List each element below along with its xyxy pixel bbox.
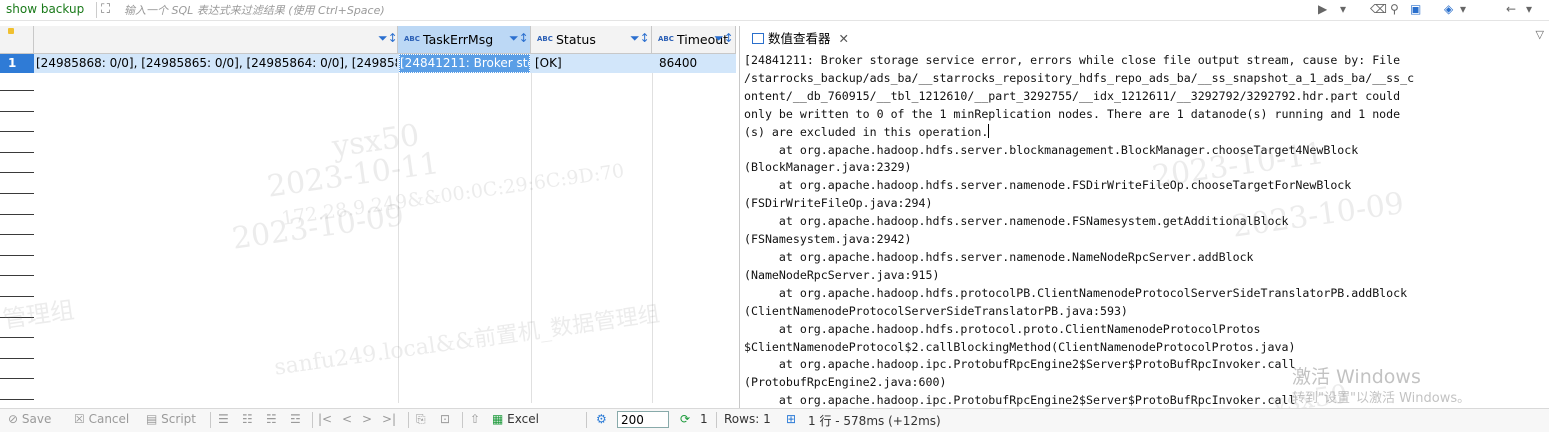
result-grid: ⏷↕ ABC TaskErrMsg ⏷↕ ABC Status ⏷↕ ABC T… [0,26,736,408]
delete-row-icon[interactable]: ☲ [290,412,301,426]
panels-icon[interactable]: ◈ [1444,2,1453,16]
stats-icon: ⊞ [786,412,797,426]
grid-header: ⏷↕ ABC TaskErrMsg ⏷↕ ABC Status ⏷↕ ABC T… [0,26,736,54]
add-row-icon[interactable]: ☷ [242,412,253,426]
column-header-taskerrmsg[interactable]: ABC TaskErrMsg ⏷↕ [398,26,531,53]
bottom-toolbar: ⊘ Save ☒ Cancel ▤ Script ☰ ☷ ☵ ☲ |< < > … [0,408,1549,432]
prev-page-icon[interactable]: < [342,412,352,426]
empty-row-marker [0,238,34,256]
filter-sort-icon[interactable]: ⏷↕ [378,31,398,46]
fetch-size-input[interactable] [617,411,669,428]
cancel-label: Cancel [88,412,130,426]
last-page-icon[interactable]: >| [382,412,396,426]
export-icon[interactable]: ⇧ [470,412,480,426]
grid-cell[interactable]: [24985868: 0/0], [24985865: 0/0], [24985… [36,54,397,73]
filter-sort-icon[interactable]: ⏷↕ [714,31,734,46]
apply-filter-icon[interactable]: ▶ [1318,2,1327,16]
empty-row-marker [0,320,34,339]
filter-sort-icon[interactable]: ⏷↕ [509,31,529,46]
viewer-tab-bar: 数值查看器 ✕ ▽ [740,26,1549,50]
tab-label: 数值查看器 [768,31,831,46]
close-icon[interactable]: ✕ [839,31,849,46]
value-text: [24841211: Broker storage service error,… [744,53,1415,408]
text-type-icon: ABC [537,35,553,43]
grid-corner[interactable] [0,26,34,53]
empty-row-marker [0,279,34,297]
back-arrow-icon[interactable]: ← [1506,2,1516,16]
text-type-icon: ABC [658,35,674,43]
empty-row-marker [0,155,34,174]
fetch-all-icon[interactable]: ⊡ [440,412,450,426]
activate-windows-sub: 转到"设置"以激活 Windows。 [1292,391,1471,406]
excel-label: Excel [507,412,539,426]
cancel-button[interactable]: ☒ Cancel [74,412,129,426]
empty-row-marker [0,114,34,133]
column-divider [652,73,653,403]
settings-gear-icon[interactable]: ⚙ [596,412,607,426]
fetch-next-icon[interactable]: ⎘ [416,412,426,427]
empty-row-marker [0,382,34,400]
filter-sort-icon[interactable]: ⏷↕ [630,31,650,46]
value-text-area[interactable]: [24841211: Broker storage service error,… [744,52,1544,408]
text-caret [988,123,990,138]
save-button[interactable]: ⊘ Save [8,412,51,426]
excel-icon: ▦ [492,412,504,426]
empty-row-marker [0,73,34,91]
cancel-icon: ☒ [74,412,85,426]
column-title: TaskErrMsg [423,32,494,47]
empty-row-marker [0,341,34,359]
empty-row-marker [0,300,34,318]
script-label: Script [161,412,196,426]
rows-count: Rows: 1 [724,412,771,426]
refresh-count: 1 [700,412,708,426]
panel-icon [752,33,764,44]
column-divider [531,73,532,403]
export-excel-button[interactable]: ▦ Excel [492,412,539,426]
save-label: Save [21,412,52,426]
filter-settings-icon[interactable]: ⚲ [1390,2,1399,16]
script-button[interactable]: ▤ Script [146,412,196,426]
lock-icon [8,28,14,34]
column-header-timeout[interactable]: ABC Timeout ⏷↕ [652,26,736,53]
empty-row-marker [0,217,34,236]
table-row[interactable]: 1 [24985868: 0/0], [24985865: 0/0], [249… [0,54,736,73]
save-filter-icon[interactable]: ▣ [1410,2,1421,16]
empty-row-marker [0,176,34,194]
check-icon: ⊘ [8,412,19,426]
text-type-icon: ABC [404,35,420,43]
first-page-icon[interactable]: |< [318,412,332,426]
column-header-tasks[interactable]: ⏷↕ [34,26,398,53]
column-header-status[interactable]: ABC Status ⏷↕ [531,26,652,53]
copy-row-icon[interactable]: ☵ [266,412,277,426]
filter-history-icon[interactable]: ⛶ [96,2,123,18]
value-viewer-panel: 数值查看器 ✕ ▽ [24841211: Broker storage servi… [739,26,1549,408]
next-page-icon[interactable]: > [362,412,372,426]
edit-row-icon[interactable]: ☰ [218,412,229,426]
back-dropdown-icon[interactable]: ▾ [1526,2,1532,16]
filter-dropdown-icon[interactable]: ▾ [1340,2,1346,16]
panels-dropdown-icon[interactable]: ▾ [1460,2,1466,16]
grid-cell[interactable]: [OK] [535,54,649,73]
empty-row-marker [0,94,34,112]
filter-bar: show backup ⛶ ▶ ▾ ⌫ ⚲ ▣ ◈ ▾ ← ▾ [0,0,1549,21]
empty-row-marker [0,197,34,215]
execution-stats: 1 行 - 578ms (+12ms) [808,414,941,428]
grid-cell-selected[interactable]: [24841211: Broker storage service error [399,54,530,73]
refresh-icon[interactable]: ⟳ [680,412,690,426]
column-divider [398,73,399,403]
filter-input[interactable] [124,2,684,18]
grid-cell[interactable]: 86400 [659,54,735,73]
empty-row-marker [0,361,34,380]
column-title: Status [556,32,596,47]
clear-filter-icon[interactable]: ⌫ [1370,2,1387,16]
view-menu-icon[interactable]: ▽ [1536,28,1544,41]
value-viewer-tab[interactable]: 数值查看器 ✕ [746,28,855,48]
activate-windows-title: 激活 Windows [1292,366,1421,388]
empty-row-marker [0,135,34,153]
empty-row-marker [0,258,34,277]
script-icon: ▤ [146,412,158,426]
query-name-label: show backup [6,2,85,16]
row-number[interactable]: 1 [0,54,34,73]
